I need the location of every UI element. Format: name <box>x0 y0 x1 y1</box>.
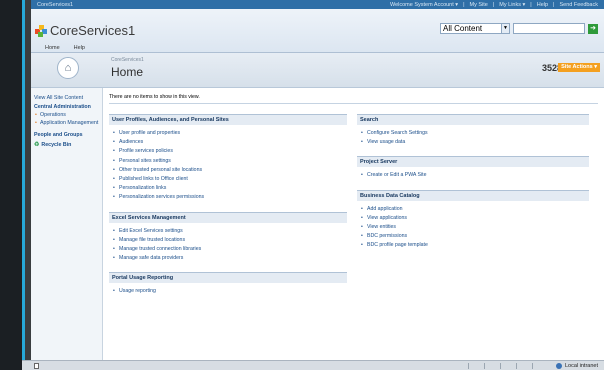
empty-view-message: There are no items to show in this view. <box>109 94 598 104</box>
add-application-link[interactable]: Add application <box>357 205 589 214</box>
file-trusted-locations-link[interactable]: Manage file trusted locations <box>109 236 347 245</box>
security-zone: Local intranet <box>555 362 598 369</box>
site-actions-button[interactable]: Site Actions ▾ <box>558 63 600 72</box>
audiences-link[interactable]: Audiences <box>109 138 347 147</box>
top-nav: Home Help <box>45 43 85 52</box>
status-bar: Local intranet <box>22 360 604 370</box>
create-edit-pwa-site-link[interactable]: Create or Edit a PWA Site <box>357 171 589 180</box>
right-column: Search Configure Search Settings View us… <box>357 114 589 296</box>
site-header: CoreServices1 All Content ▼ ➜ Home Help <box>31 9 604 53</box>
tab-help[interactable]: Help <box>74 45 85 51</box>
browser-frame: CoreServices1 Welcome System Account ▾ |… <box>22 0 604 360</box>
section-header: Excel Services Management <box>109 211 347 223</box>
tab-home[interactable]: Home <box>45 45 60 51</box>
section-header: Portal Usage Reporting <box>109 272 347 284</box>
my-site-link[interactable]: My Site <box>470 2 488 8</box>
chevron-down-icon: ▼ <box>501 24 509 33</box>
quick-launch: View All Site Content Central Administra… <box>31 88 103 360</box>
status-panes <box>467 362 546 369</box>
page-title: Home <box>111 65 144 79</box>
section-header: Project Server <box>357 156 589 168</box>
section-header: User Profiles, Audiences, and Personal S… <box>109 114 347 125</box>
top-strip: CoreServices1 Welcome System Account ▾ |… <box>31 0 604 9</box>
application-management-link[interactable]: Application Management <box>34 120 99 126</box>
usage-reporting-link[interactable]: Usage reporting <box>109 287 347 296</box>
operations-link[interactable]: Operations <box>34 112 99 118</box>
configure-search-settings-link[interactable]: Configure Search Settings <box>357 129 589 138</box>
my-links-menu[interactable]: My Links ▾ <box>499 2 525 8</box>
search-scope-select[interactable]: All Content ▼ <box>440 23 510 34</box>
personalization-permissions-link[interactable]: Personalization services permissions <box>109 193 347 202</box>
section-header: Search <box>357 114 589 125</box>
personalization-links-link[interactable]: Personalization links <box>109 184 347 193</box>
section-header: Business Data Catalog <box>357 189 589 201</box>
sharepoint-page: CoreServices1 Welcome System Account ▾ |… <box>31 0 604 360</box>
content-area: View All Site Content Central Administra… <box>31 88 604 360</box>
view-applications-link[interactable]: View applications <box>357 214 589 223</box>
home-icon: ⌂ <box>57 57 79 79</box>
trusted-connection-libraries-link[interactable]: Manage trusted connection libraries <box>109 245 347 254</box>
people-and-groups-link[interactable]: People and Groups <box>34 132 99 138</box>
user-profile-properties-link[interactable]: User profile and properties <box>109 129 347 138</box>
view-entities-link[interactable]: View entities <box>357 223 589 232</box>
globe-icon <box>555 362 562 369</box>
trusted-personal-site-locations-link[interactable]: Other trusted personal site locations <box>109 166 347 175</box>
view-usage-data-link[interactable]: View usage data <box>357 138 589 147</box>
search-go-icon[interactable]: ➜ <box>588 23 598 34</box>
breadcrumb[interactable]: CoreServices1 <box>111 57 144 63</box>
recycle-bin-link[interactable]: ♻ Recycle Bin <box>34 141 99 149</box>
send-feedback-link[interactable]: Send Feedback <box>559 2 598 8</box>
published-links-link[interactable]: Published links to Office client <box>109 175 347 184</box>
help-link[interactable]: Help <box>537 2 548 8</box>
search-area: All Content ▼ ➜ <box>440 23 598 34</box>
left-column: User Profiles, Audiences, and Personal S… <box>109 114 347 296</box>
edit-excel-settings-link[interactable]: Edit Excel Services settings <box>109 227 347 236</box>
main-content: There are no items to show in this view.… <box>103 88 604 360</box>
site-logo[interactable]: CoreServices1 <box>35 23 135 38</box>
top-links: Welcome System Account ▾ | My Site | My … <box>389 1 598 8</box>
recycle-bin-icon: ♻ <box>34 142 40 148</box>
search-input[interactable] <box>513 23 585 34</box>
sharepoint-logo-icon <box>35 24 47 37</box>
top-site-name[interactable]: CoreServices1 <box>37 2 73 8</box>
page-icon <box>34 362 39 369</box>
personal-sites-settings-link[interactable]: Personal sites settings <box>109 157 347 166</box>
bdc-profile-page-template-link[interactable]: BDC profile page template <box>357 241 589 250</box>
central-admin-link[interactable]: Central Administration <box>34 104 99 110</box>
site-title: CoreServices1 <box>50 23 136 38</box>
view-all-site-content-link[interactable]: View All Site Content <box>34 95 99 101</box>
title-area: ⌂ CoreServices1 Home 3528 Site Actions ▾ <box>31 53 604 88</box>
welcome-menu[interactable]: Welcome System Account ▾ <box>390 2 458 8</box>
profile-services-policies-link[interactable]: Profile services policies <box>109 147 347 156</box>
bdc-permissions-link[interactable]: BDC permissions <box>357 232 589 241</box>
safe-data-providers-link[interactable]: Manage safe data providers <box>109 254 347 263</box>
